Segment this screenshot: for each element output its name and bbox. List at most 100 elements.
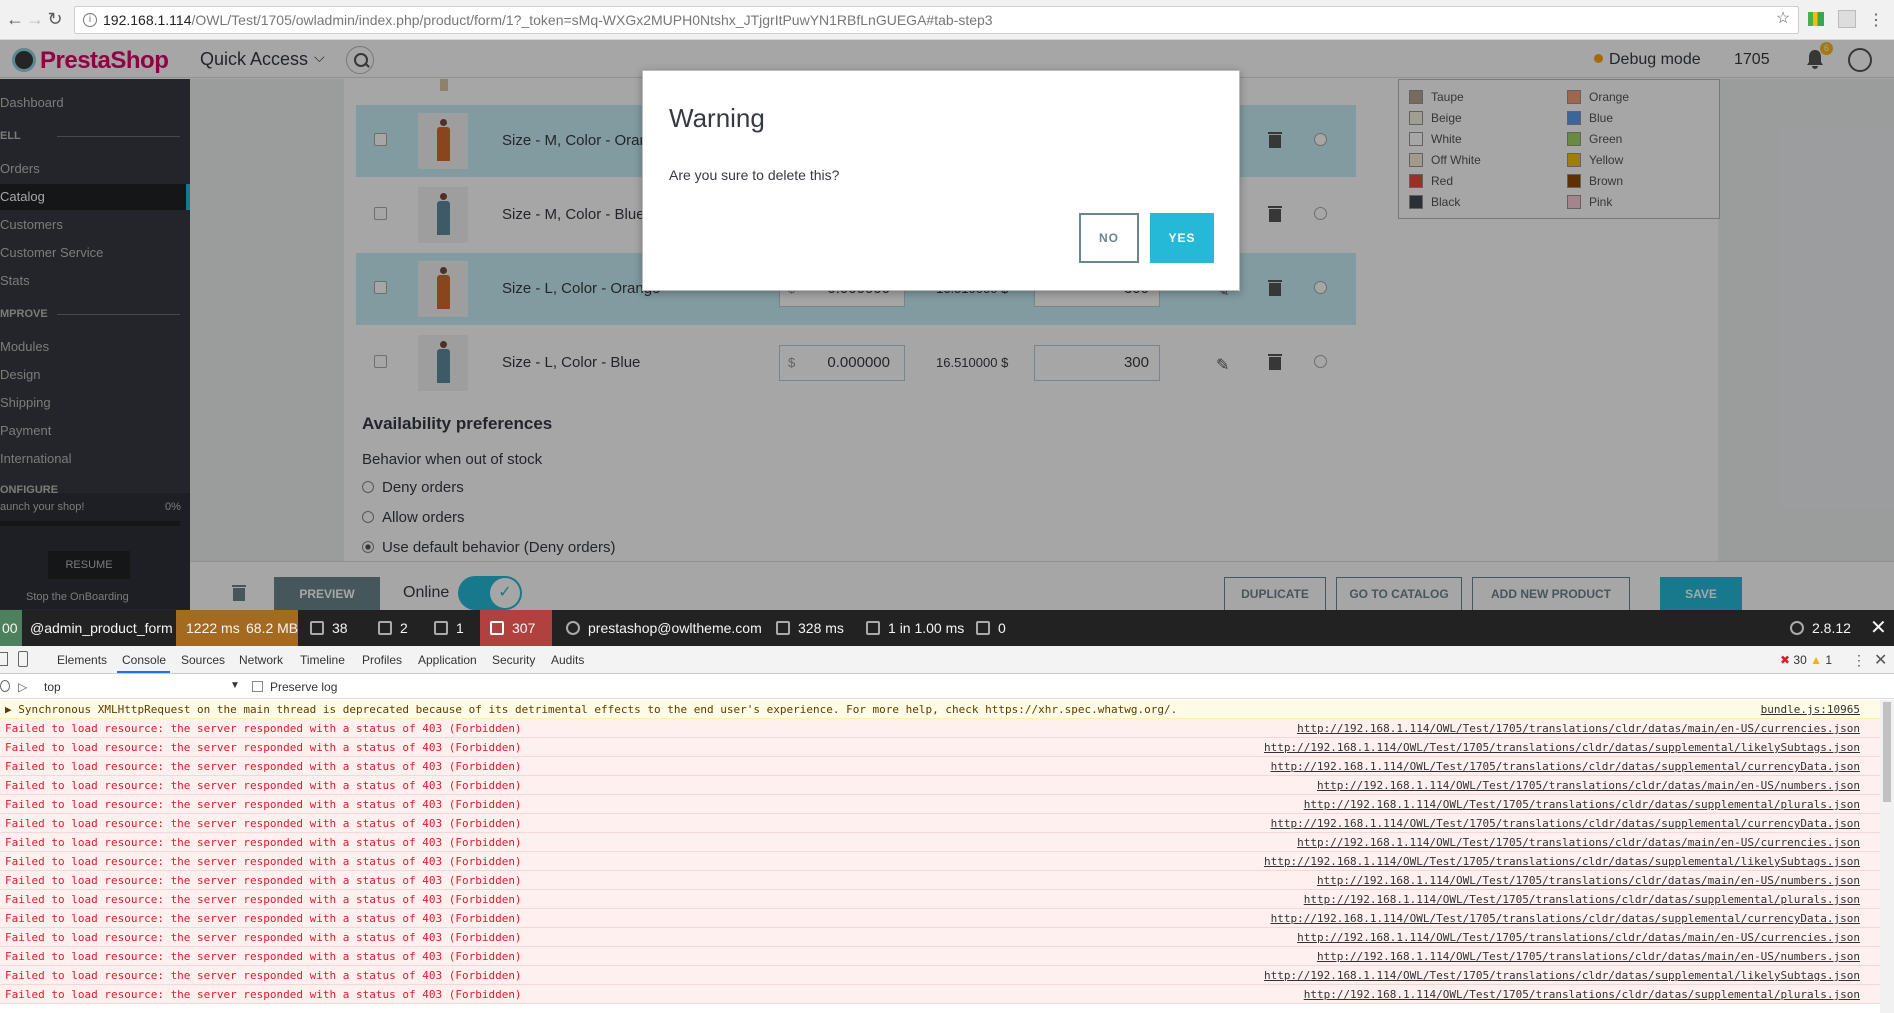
error-source-link[interactable]: http://192.168.1.114/OWL/Test/1705/trans…: [1304, 985, 1860, 1004]
error-message: Failed to load resource: the server resp…: [5, 931, 522, 944]
warning-source-link[interactable]: bundle.js:10965: [1761, 700, 1860, 719]
sf-route[interactable]: @admin_product_form: [30, 610, 173, 646]
console-scrollbar-thumb[interactable]: [1883, 702, 1891, 802]
sf-other-count: 0: [998, 620, 1006, 636]
active-tab-indicator: [117, 671, 170, 673]
chevron-down-icon[interactable]: ▼: [230, 680, 240, 691]
sf-status[interactable]: 00: [0, 610, 22, 646]
sf-other[interactable]: 0: [976, 610, 1006, 646]
sf-forms[interactable]: 38: [310, 610, 348, 646]
clear-console-icon[interactable]: [0, 680, 10, 692]
extension-icon[interactable]: [1838, 10, 1856, 28]
error-source-link[interactable]: http://192.168.1.114/OWL/Test/1705/trans…: [1264, 852, 1860, 871]
sf-db-count: 1: [888, 620, 896, 636]
sf-user[interactable]: prestashop@owltheme.com: [566, 610, 762, 646]
symfony-debug-toolbar: 00 @admin_product_form 1222 ms 68.2 MB 3…: [0, 610, 1894, 646]
error-source-link[interactable]: http://192.168.1.114/OWL/Test/1705/trans…: [1271, 757, 1860, 776]
error-message: Failed to load resource: the server resp…: [5, 855, 522, 868]
user-icon: [566, 621, 580, 635]
sf-performance[interactable]: 1222 ms 68.2 MB: [176, 610, 298, 646]
error-message: Failed to load resource: the server resp…: [5, 817, 522, 830]
yes-button[interactable]: YES: [1150, 213, 1214, 263]
close-icon[interactable]: ✕: [1870, 610, 1887, 646]
warning-dialog: Warning Are you sure to delete this? NO …: [642, 70, 1240, 291]
tab-profiles[interactable]: Profiles: [362, 653, 402, 667]
menu-icon[interactable]: ⋮: [1868, 10, 1884, 30]
error-source-link[interactable]: http://192.168.1.114/OWL/Test/1705/trans…: [1304, 795, 1860, 814]
tab-console[interactable]: Console: [122, 653, 166, 667]
tab-network[interactable]: Network: [239, 653, 283, 667]
sf-user-email: prestashop@owltheme.com: [588, 620, 762, 636]
error-message: Failed to load resource: the server resp…: [5, 722, 522, 735]
back-icon[interactable]: ←: [4, 8, 26, 30]
tab-application[interactable]: Application: [418, 653, 477, 667]
console-error-row[interactable]: Failed to load resource: the server resp…: [0, 833, 1880, 852]
error-message: Failed to load resource: the server resp…: [5, 988, 522, 1001]
console-error-row[interactable]: Failed to load resource: the server resp…: [0, 985, 1880, 1004]
address-bar[interactable]: i 192.168.1.114/OWL/Test/1705/owladmin/i…: [74, 6, 1799, 34]
more-options-icon[interactable]: ⋮: [1852, 652, 1866, 669]
error-source-link[interactable]: http://192.168.1.114/OWL/Test/1705/trans…: [1297, 833, 1860, 852]
device-toolbar-icon[interactable]: [18, 651, 28, 667]
error-message: Failed to load resource: the server resp…: [5, 893, 522, 906]
console-error-row[interactable]: Failed to load resource: the server resp…: [0, 719, 1880, 738]
url-path: /OWL/Test/1705/owladmin/index.php/produc…: [191, 12, 993, 28]
console-error-row[interactable]: Failed to load resource: the server resp…: [0, 909, 1880, 928]
reload-icon[interactable]: ↻: [44, 8, 66, 30]
error-source-link[interactable]: http://192.168.1.114/OWL/Test/1705/trans…: [1297, 928, 1860, 947]
console-error-row[interactable]: Failed to load resource: the server resp…: [0, 757, 1880, 776]
console-error-row[interactable]: Failed to load resource: the server resp…: [0, 890, 1880, 909]
console-error-row[interactable]: Failed to load resource: the server resp…: [0, 776, 1880, 795]
console-warning-row[interactable]: ▶ Synchronous XMLHttpRequest on the main…: [0, 700, 1880, 719]
preserve-log-label: Preserve log: [270, 680, 338, 694]
sf-db-time: in 1.00 ms: [899, 620, 965, 636]
sf-cache-count: 1: [456, 620, 464, 636]
inspect-icon[interactable]: [0, 652, 8, 666]
console-error-row[interactable]: Failed to load resource: the server resp…: [0, 852, 1880, 871]
error-source-link[interactable]: http://192.168.1.114/OWL/Test/1705/trans…: [1264, 738, 1860, 757]
close-devtools-icon[interactable]: ✕: [1874, 650, 1887, 670]
console-error-row[interactable]: Failed to load resource: the server resp…: [0, 814, 1880, 833]
logs-icon: [378, 621, 392, 635]
forms-icon: [310, 621, 324, 635]
no-button[interactable]: NO: [1079, 213, 1139, 263]
sf-twig[interactable]: 328 ms: [776, 610, 844, 646]
error-message: Failed to load resource: the server resp…: [5, 950, 522, 963]
dialog-message: Are you sure to delete this?: [669, 167, 840, 183]
preserve-log-checkbox[interactable]: [252, 681, 263, 692]
sf-logs[interactable]: 2: [378, 610, 408, 646]
tab-security[interactable]: Security: [492, 653, 535, 667]
tab-timeline[interactable]: Timeline: [300, 653, 345, 667]
console-error-row[interactable]: Failed to load resource: the server resp…: [0, 871, 1880, 890]
error-source-link[interactable]: http://192.168.1.114/OWL/Test/1705/trans…: [1297, 719, 1860, 738]
sf-db[interactable]: 1 in 1.00 ms: [866, 610, 964, 646]
context-selector[interactable]: top: [44, 680, 61, 694]
filter-icon[interactable]: ▷: [18, 680, 27, 694]
error-source-link[interactable]: http://192.168.1.114/OWL/Test/1705/trans…: [1317, 871, 1860, 890]
tab-elements[interactable]: Elements: [57, 653, 107, 667]
sf-errors[interactable]: 307: [480, 610, 552, 646]
console-error-row[interactable]: Failed to load resource: the server resp…: [0, 928, 1880, 947]
error-source-link[interactable]: http://192.168.1.114/OWL/Test/1705/trans…: [1271, 909, 1860, 928]
bookmark-star-icon[interactable]: ☆: [1772, 8, 1794, 30]
cache-icon: [434, 621, 448, 635]
console-error-row[interactable]: Failed to load resource: the server resp…: [0, 947, 1880, 966]
sf-version[interactable]: 2.8.12: [1790, 610, 1851, 646]
error-source-link[interactable]: http://192.168.1.114/OWL/Test/1705/trans…: [1317, 776, 1860, 795]
forward-icon[interactable]: →: [24, 8, 46, 30]
info-icon[interactable]: i: [83, 13, 97, 27]
error-source-link[interactable]: http://192.168.1.114/OWL/Test/1705/trans…: [1264, 966, 1860, 985]
extension-icon[interactable]: [1808, 12, 1824, 26]
error-message: Failed to load resource: the server resp…: [5, 969, 522, 982]
error-source-link[interactable]: http://192.168.1.114/OWL/Test/1705/trans…: [1317, 947, 1860, 966]
console-error-row[interactable]: Failed to load resource: the server resp…: [0, 738, 1880, 757]
tab-audits[interactable]: Audits: [551, 653, 584, 667]
console-error-row[interactable]: Failed to load resource: the server resp…: [0, 966, 1880, 985]
sf-cache[interactable]: 1: [434, 610, 464, 646]
error-source-link[interactable]: http://192.168.1.114/OWL/Test/1705/trans…: [1304, 890, 1860, 909]
warning-count: 1: [1825, 653, 1833, 667]
error-source-link[interactable]: http://192.168.1.114/OWL/Test/1705/trans…: [1271, 814, 1860, 833]
console-counters[interactable]: ✖ 30 ▲ 1: [1780, 653, 1832, 667]
console-error-row[interactable]: Failed to load resource: the server resp…: [0, 795, 1880, 814]
tab-sources[interactable]: Sources: [181, 653, 225, 667]
